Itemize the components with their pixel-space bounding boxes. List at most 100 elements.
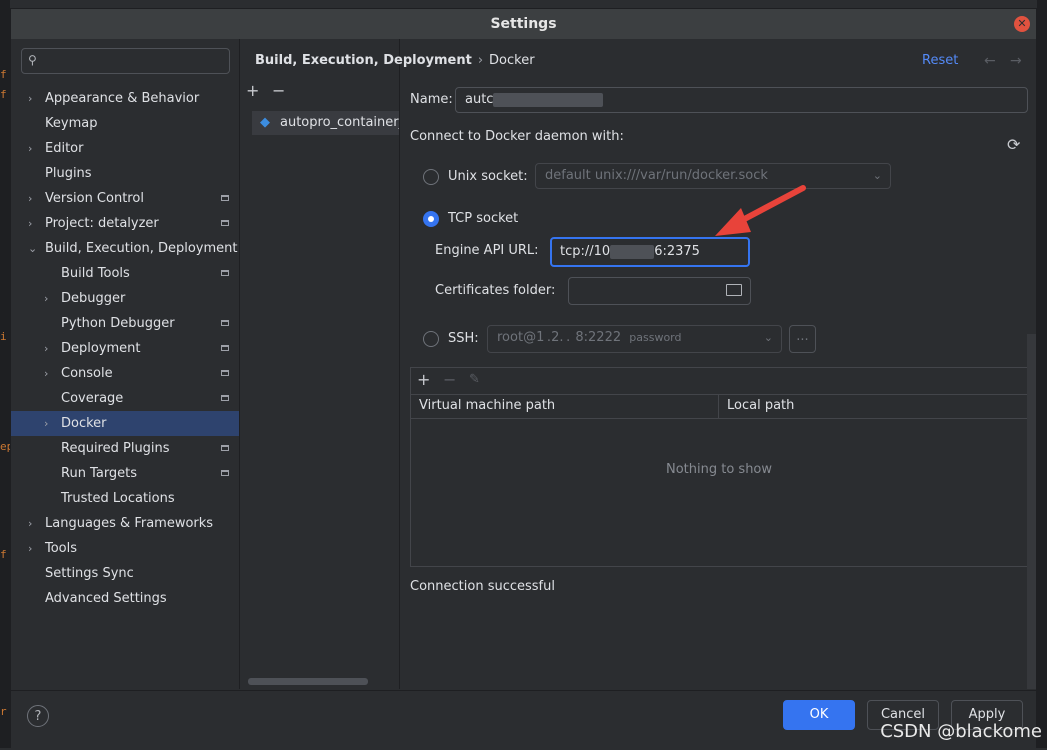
chevron-right-icon[interactable]: › (28, 211, 32, 236)
breadcrumb-separator: › (477, 53, 484, 68)
sidebar-item-label: Docker (61, 416, 107, 431)
annotation-arrow-icon (715, 185, 806, 236)
sidebar-item-debugger[interactable]: › Debugger (11, 286, 239, 311)
breadcrumb-leaf: Docker (489, 53, 535, 68)
reset-link[interactable]: Reset (922, 53, 958, 68)
ssh-more-button: ... (789, 325, 816, 353)
table-header: Virtual machine path Local path (411, 394, 1027, 419)
refresh-icon[interactable]: ⟳ (1007, 135, 1020, 154)
ok-button[interactable]: OK (783, 700, 855, 730)
sidebar-item-build-tools[interactable]: Build Tools (11, 261, 239, 286)
chevron-right-icon[interactable]: › (28, 536, 32, 561)
sidebar-item-label: Plugins (45, 166, 92, 181)
sidebar-item-python-debugger[interactable]: Python Debugger (11, 311, 239, 336)
add-mapping-icon[interactable]: + (417, 370, 430, 389)
redacted-block (610, 244, 655, 259)
ssh-label: SSH: (448, 331, 479, 346)
chevron-right-icon[interactable]: › (44, 336, 48, 361)
sidebar-item-label: Keymap (45, 116, 98, 131)
sidebar-item-appearance-behavior[interactable]: › Appearance & Behavior (11, 86, 239, 111)
table-toolbar: + − ✎ (411, 368, 1027, 395)
sidebar-item-label: Advanced Settings (45, 591, 167, 606)
project-scope-icon (221, 345, 229, 351)
sidebar-item-build-execution-deployment[interactable]: ⌄ Build, Execution, Deployment (11, 236, 239, 261)
chevron-right-icon[interactable]: › (44, 361, 48, 386)
remove-mapping-icon: − (443, 370, 457, 389)
sidebar-item-label: Python Debugger (61, 316, 175, 331)
search-icon: ⚲ (28, 53, 37, 67)
unix-socket-radio[interactable] (423, 169, 439, 185)
sidebar-item-languages-frameworks[interactable]: › Languages & Frameworks (11, 511, 239, 536)
project-scope-icon (221, 470, 229, 476)
sidebar-item-label: Build Tools (61, 266, 130, 281)
sidebar-item-plugins[interactable]: Plugins (11, 161, 239, 186)
sidebar-item-keymap[interactable]: Keymap (11, 111, 239, 136)
chevron-right-icon[interactable]: › (28, 186, 32, 211)
docker-connections-list: + − ◆ autopro_container_ (240, 39, 400, 689)
name-field[interactable]: autc (455, 87, 1028, 113)
chevron-right-icon[interactable]: › (28, 511, 32, 536)
breadcrumb-parent[interactable]: Build, Execution, Deployment (255, 53, 472, 68)
ssh-radio[interactable] (423, 331, 439, 347)
help-icon[interactable]: ? (27, 705, 49, 727)
sidebar-item-editor[interactable]: › Editor (11, 136, 239, 161)
sidebar-item-project-detalyzer[interactable]: › Project: detalyzer (11, 211, 239, 236)
settings-tree: › Appearance & Behavior Keymap › Editor Plugi… (11, 86, 239, 611)
sidebar-item-console[interactable]: › Console (11, 361, 239, 386)
sidebar-item-label: Tools (45, 541, 78, 556)
sidebar-item-label: Languages & Frameworks (45, 516, 214, 531)
chevron-right-icon[interactable]: › (44, 286, 48, 311)
column-header-local-path[interactable]: Local path (727, 394, 794, 418)
sidebar-item-trusted-locations[interactable]: Trusted Locations (11, 486, 239, 511)
sidebar-item-coverage[interactable]: Coverage (11, 386, 239, 411)
sidebar-item-label: Trusted Locations (61, 491, 175, 506)
name-value: autc (465, 92, 494, 107)
sidebar-item-label: Project: detalyzer (45, 216, 159, 231)
tcp-socket-radio[interactable] (423, 211, 439, 227)
empty-state-text: Nothing to show (665, 462, 773, 477)
close-icon[interactable]: ✕ (1014, 16, 1030, 32)
chevron-right-icon[interactable]: › (28, 136, 32, 161)
project-scope-icon (221, 195, 229, 201)
title-bar: Settings ✕ (11, 9, 1036, 40)
vertical-scrollbar[interactable] (1027, 334, 1036, 689)
sidebar-item-settings-sync[interactable]: Settings Sync (11, 561, 239, 586)
tcp-socket-label: TCP socket (448, 211, 519, 226)
engine-url-prefix: tcp://10 (560, 244, 611, 259)
sidebar-item-deployment[interactable]: › Deployment (11, 336, 239, 361)
sidebar-item-version-control[interactable]: › Version Control (11, 186, 239, 211)
sidebar-item-label: Deployment (61, 341, 141, 356)
sidebar-item-run-targets[interactable]: Run Targets (11, 461, 239, 486)
list-item-label: autopro_container_ (280, 115, 399, 130)
forward-arrow-icon[interactable]: → (1010, 53, 1022, 69)
project-scope-icon (221, 370, 229, 376)
remove-icon[interactable]: − (272, 81, 285, 100)
chevron-down-icon[interactable]: ⌄ (28, 236, 37, 261)
certificates-folder-field[interactable] (568, 277, 751, 305)
back-arrow-icon[interactable]: ← (984, 53, 996, 69)
ssh-select: root@1 .2. . 8:2222 password ⌄ (487, 325, 782, 353)
engine-api-url-label: Engine API URL: (435, 243, 539, 258)
docker-icon: ◆ (260, 115, 270, 130)
sidebar-item-label: Coverage (61, 391, 124, 406)
sidebar-item-tools[interactable]: › Tools (11, 536, 239, 561)
list-item-docker-connection[interactable]: ◆ autopro_container_ (252, 111, 399, 135)
column-header-vm-path[interactable]: Virtual machine path (419, 394, 555, 418)
horizontal-scrollbar[interactable] (248, 678, 368, 685)
search-input[interactable]: ⚲ (21, 48, 230, 74)
project-scope-icon (221, 220, 229, 226)
sidebar-item-label: Version Control (45, 191, 144, 206)
sidebar-item-docker[interactable]: › Docker (11, 411, 239, 436)
add-icon[interactable]: + (246, 81, 259, 100)
sidebar-item-advanced-settings[interactable]: Advanced Settings (11, 586, 239, 611)
chevron-right-icon[interactable]: › (28, 86, 32, 111)
chevron-right-icon[interactable]: › (44, 411, 48, 436)
breadcrumb: Build, Execution, Deployment › Docker (255, 53, 535, 68)
background-editor-right (1037, 0, 1047, 748)
edit-mapping-icon: ✎ (469, 372, 480, 387)
folder-icon[interactable] (726, 284, 742, 296)
ssh-value: root@1 .2. . 8:2222 (497, 330, 622, 345)
sidebar-item-required-plugins[interactable]: Required Plugins (11, 436, 239, 461)
sidebar-item-label: Settings Sync (45, 566, 134, 581)
unix-socket-label: Unix socket: (448, 169, 528, 184)
